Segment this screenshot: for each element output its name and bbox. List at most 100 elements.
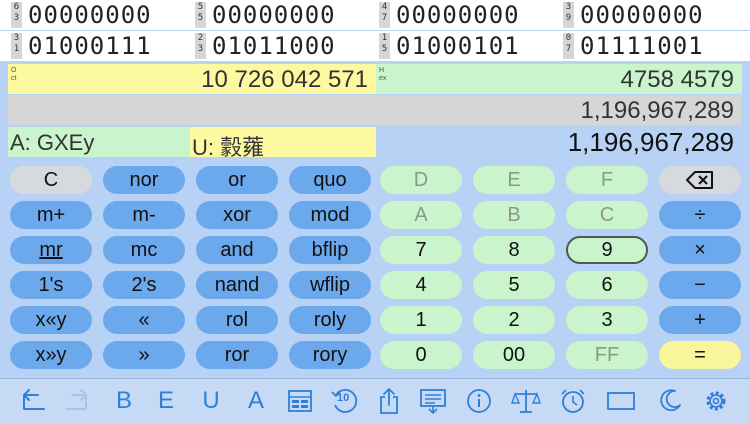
rotate-label: 10 <box>337 392 350 404</box>
signed-decimal-value: 1,196,967,289 <box>580 97 734 124</box>
bit-group[interactable]: 00000000 <box>212 0 336 30</box>
twos-complement-button[interactable]: 2's <box>103 271 185 299</box>
roly-button[interactable]: roly <box>289 306 371 334</box>
multiply-button[interactable]: × <box>659 236 741 264</box>
redo-button[interactable] <box>60 379 96 423</box>
redo-icon <box>65 389 87 410</box>
double-zero-button[interactable]: 00 <box>473 341 555 369</box>
digit-c-button[interactable]: C <box>566 201 648 229</box>
bit-group[interactable]: 01011000 <box>212 31 336 61</box>
unsigned-mode-button[interactable]: U <box>193 379 229 423</box>
memory-clear-button[interactable]: mc <box>103 236 185 264</box>
nor-button[interactable]: nor <box>103 166 185 194</box>
unicode-value: U: 豰蕹 <box>192 135 265 160</box>
bit-index-label: 23 <box>195 33 206 59</box>
memory-subtract-button[interactable]: m- <box>103 201 185 229</box>
digit-3-button[interactable]: 3 <box>566 306 648 334</box>
bit-index-label: 31 <box>11 33 22 59</box>
digit-7-button[interactable]: 7 <box>380 236 462 264</box>
clear-button[interactable]: C <box>10 166 92 194</box>
bit-index-label: 55 <box>195 2 206 28</box>
bflip-button[interactable]: bflip <box>289 236 371 264</box>
shift-right-button[interactable]: » <box>103 341 185 369</box>
bit-index-label: 39 <box>563 2 574 28</box>
digit-1-button[interactable]: 1 <box>380 306 462 334</box>
digit-d-button[interactable]: D <box>380 166 462 194</box>
unicode-display[interactable]: U: 豰蕹 <box>190 127 376 160</box>
compare-button[interactable] <box>508 379 544 423</box>
xor-button[interactable]: xor <box>196 201 278 229</box>
shift-left-y-button[interactable]: x«y <box>10 306 92 334</box>
timer-button[interactable] <box>555 379 591 423</box>
subtract-button[interactable]: − <box>659 271 741 299</box>
bit-index-label: 63 <box>11 2 22 28</box>
ff-button[interactable]: FF <box>566 341 648 369</box>
signed-decimal-row[interactable]: 1,196,967,289 <box>0 95 750 125</box>
digit-8-button[interactable]: 8 <box>473 236 555 264</box>
digit-a-button[interactable]: A <box>380 201 462 229</box>
share-button[interactable] <box>371 379 407 423</box>
digit-e-button[interactable]: E <box>473 166 555 194</box>
memory-add-button[interactable]: m+ <box>10 201 92 229</box>
info-button[interactable] <box>461 379 497 423</box>
bit-group[interactable]: 01111001 <box>580 31 704 61</box>
signed-decimal-display[interactable]: 1,196,967,289 <box>8 95 742 125</box>
digit-2-button[interactable]: 2 <box>473 306 555 334</box>
bit-group[interactable]: 00000000 <box>28 0 152 30</box>
mod-button[interactable]: mod <box>289 201 371 229</box>
base-rotate-button[interactable]: 10 <box>327 379 363 423</box>
byte-mode-button[interactable]: B <box>106 379 142 423</box>
digit-4-button[interactable]: 4 <box>380 271 462 299</box>
ascii-mode-button[interactable]: A <box>238 379 274 423</box>
history-icon <box>420 389 446 414</box>
settings-button[interactable] <box>698 379 734 423</box>
shift-left-button[interactable]: « <box>103 306 185 334</box>
layout-icon <box>288 390 312 412</box>
digit-5-button[interactable]: 5 <box>473 271 555 299</box>
moon-icon <box>660 389 681 412</box>
wflip-button[interactable]: wflip <box>289 271 371 299</box>
add-button[interactable]: + <box>659 306 741 334</box>
screen-button[interactable] <box>603 379 639 423</box>
or-button[interactable]: or <box>196 166 278 194</box>
gear-icon <box>706 391 726 411</box>
layout-button[interactable] <box>282 379 318 423</box>
rol-button[interactable]: rol <box>196 306 278 334</box>
backspace-button[interactable] <box>659 166 741 194</box>
digit-f-button[interactable]: F <box>566 166 648 194</box>
bit-group[interactable]: 01000101 <box>396 31 520 61</box>
memory-recall-button[interactable]: mr <box>10 236 92 264</box>
undo-button[interactable] <box>14 379 50 423</box>
digit-9-button[interactable]: 9 <box>566 236 648 264</box>
oct-display[interactable]: Oct 10 726 042 571 <box>8 64 376 94</box>
ones-complement-button[interactable]: 1's <box>10 271 92 299</box>
quo-button[interactable]: quo <box>289 166 371 194</box>
share-icon <box>380 388 398 414</box>
shift-right-y-button[interactable]: x»y <box>10 341 92 369</box>
digit-b-button[interactable]: B <box>473 201 555 229</box>
night-mode-button[interactable] <box>652 379 688 423</box>
digit-0-button[interactable]: 0 <box>380 341 462 369</box>
decimal-value: 1,196,967,289 <box>567 127 734 157</box>
equals-button[interactable]: = <box>659 341 741 369</box>
ascii-display[interactable]: A: GXEy <box>8 127 190 157</box>
endian-mode-button[interactable]: E <box>148 379 184 423</box>
bottom-toolbar: B E U A 10 <box>0 378 750 423</box>
bit-group[interactable]: 00000000 <box>580 0 704 30</box>
bit-group[interactable]: 00000000 <box>396 0 520 30</box>
rory-button[interactable]: rory <box>289 341 371 369</box>
hex-display[interactable]: Hex 4758 4579 <box>376 64 742 94</box>
nand-button[interactable]: nand <box>196 271 278 299</box>
bit-group[interactable]: 01000111 <box>28 31 152 61</box>
ascii-value: A: GXEy <box>10 130 95 155</box>
decimal-display[interactable]: 1,196,967,289 <box>376 127 742 157</box>
hex-value: 4758 4579 <box>620 66 734 93</box>
and-button[interactable]: and <box>196 236 278 264</box>
rectangle-icon <box>607 392 635 410</box>
digit-6-button[interactable]: 6 <box>566 271 648 299</box>
scale-icon <box>511 390 541 413</box>
char-decimal-row: A: GXEy U: 豰蕹 1,196,967,289 <box>0 127 750 160</box>
ror-button[interactable]: ror <box>196 341 278 369</box>
divide-button[interactable]: ÷ <box>659 201 741 229</box>
history-button[interactable] <box>415 379 451 423</box>
